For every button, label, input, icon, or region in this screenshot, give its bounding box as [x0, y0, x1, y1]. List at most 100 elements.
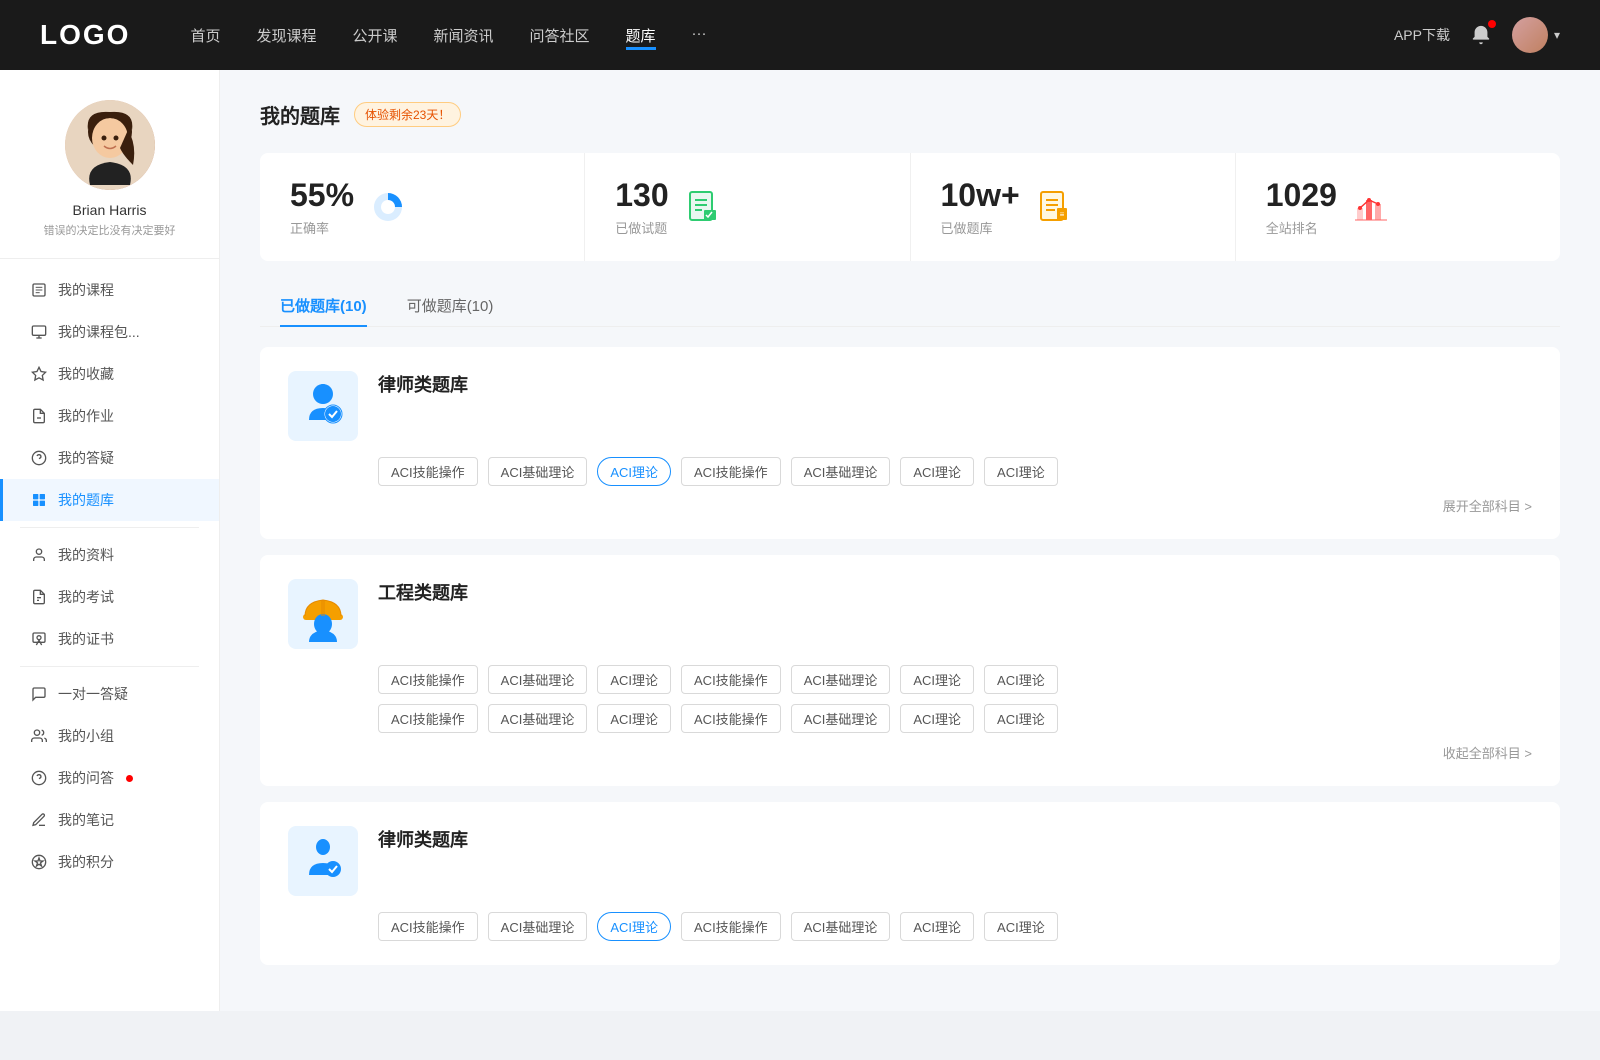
page-title: 我的题库 — [260, 100, 340, 129]
question-icon — [30, 449, 48, 467]
qbank-tags-2-row1: ACI技能操作 ACI基础理论 ACI理论 ACI技能操作 ACI基础理论 AC… — [378, 665, 1532, 694]
sidebar-item-one-on-one[interactable]: 一对一答疑 — [0, 673, 219, 715]
qbank-tag[interactable]: ACI基础理论 — [791, 912, 891, 941]
qbank-tag[interactable]: ACI技能操作 — [378, 457, 478, 486]
sidebar-item-question-bank[interactable]: 我的题库 — [0, 479, 219, 521]
tab-done-banks[interactable]: 已做题库(10) — [260, 285, 387, 326]
stat-done-questions-label: 已做试题 — [615, 218, 668, 237]
qbank-tag[interactable]: ACI基础理论 — [791, 457, 891, 486]
tabs-row: 已做题库(10) 可做题库(10) — [260, 285, 1560, 327]
qbank-tag[interactable]: ACI基础理论 — [791, 665, 891, 694]
chevron-down-icon: ▾ — [1554, 28, 1560, 42]
sidebar: Brian Harris 错误的决定比没有决定要好 我的课程 我的课程包... — [0, 70, 220, 1011]
stat-done-banks: 10w+ 已做题库 ≡ — [911, 153, 1236, 261]
profile-avatar — [65, 100, 155, 190]
sidebar-item-group[interactable]: 我的小组 — [0, 715, 219, 757]
qbank-tag[interactable]: ACI理论 — [984, 665, 1058, 694]
qbank-tag[interactable]: ACI理论 — [597, 704, 671, 733]
expand-link-1[interactable]: 展开全部科目 > — [1443, 496, 1532, 515]
collapse-link[interactable]: 收起全部科目 > — [1443, 743, 1532, 762]
accuracy-chart-icon — [370, 189, 406, 225]
qbank-tag-active[interactable]: ACI理论 — [597, 457, 671, 486]
sidebar-item-certificate[interactable]: 我的证书 — [0, 618, 219, 660]
qbank-tag[interactable]: ACI理论 — [900, 665, 974, 694]
nav-discover[interactable]: 发现课程 — [256, 21, 316, 50]
sidebar-item-label: 我的课程包... — [58, 322, 140, 342]
qbank-tag[interactable]: ACI技能操作 — [681, 912, 781, 941]
sidebar-item-label: 我的积分 — [58, 852, 114, 872]
sidebar-item-course-package[interactable]: 我的课程包... — [0, 311, 219, 353]
sidebar-item-points[interactable]: 我的积分 — [0, 841, 219, 883]
header-avatar — [1512, 17, 1548, 53]
qbank-tag[interactable]: ACI技能操作 — [378, 665, 478, 694]
qbank-tag[interactable]: ACI技能操作 — [681, 457, 781, 486]
qbank-tag[interactable]: ACI基础理论 — [488, 704, 588, 733]
main-content: 我的题库 体验剩余23天！ 55% 正确率 — [220, 70, 1600, 1011]
sidebar-item-homework[interactable]: 我的作业 — [0, 395, 219, 437]
nav-home[interactable]: 首页 — [190, 21, 220, 50]
qbank-footer-1: 展开全部科目 > — [288, 496, 1532, 515]
app-download-link[interactable]: APP下载 — [1394, 25, 1450, 45]
sidebar-item-favorites[interactable]: 我的收藏 — [0, 353, 219, 395]
stat-done-questions: 130 已做试题 — [585, 153, 910, 261]
nav-more[interactable]: ··· — [692, 21, 707, 50]
qbank-title-2: 工程类题库 — [378, 579, 1532, 605]
sidebar-item-label: 我的作业 — [58, 406, 114, 426]
qbank-tag[interactable]: ACI基础理论 — [488, 665, 588, 694]
header: LOGO 首页 发现课程 公开课 新闻资讯 问答社区 题库 ··· APP下载 … — [0, 0, 1600, 70]
profile-name: Brian Harris — [73, 202, 147, 218]
qbank-tag[interactable]: ACI理论 — [984, 457, 1058, 486]
profile-icon — [30, 546, 48, 564]
certificate-icon — [30, 630, 48, 648]
trial-badge: 体验剩余23天！ — [354, 102, 461, 127]
nav-news[interactable]: 新闻资讯 — [434, 21, 494, 50]
qbank-tag[interactable]: ACI理论 — [984, 912, 1058, 941]
qbank-tag[interactable]: ACI基础理论 — [488, 912, 588, 941]
sidebar-item-label: 我的考试 — [58, 587, 114, 607]
qbank-tag[interactable]: ACI技能操作 — [681, 665, 781, 694]
sidebar-item-label: 我的问答 — [58, 768, 114, 788]
sidebar-item-my-courses[interactable]: 我的课程 — [0, 269, 219, 311]
qbank-tag[interactable]: ACI技能操作 — [681, 704, 781, 733]
notification-bell[interactable] — [1470, 24, 1492, 46]
qbank-tag[interactable]: ACI理论 — [900, 912, 974, 941]
qbank-tag[interactable]: ACI理论 — [900, 457, 974, 486]
qbank-tag[interactable]: ACI理论 — [900, 704, 974, 733]
qbank-header-3: 律师类题库 — [288, 826, 1532, 896]
sidebar-profile: Brian Harris 错误的决定比没有决定要好 — [0, 100, 219, 259]
qbank-tag[interactable]: ACI理论 — [984, 704, 1058, 733]
stat-site-rank-label: 全站排名 — [1266, 218, 1337, 237]
sidebar-item-exam[interactable]: 我的考试 — [0, 576, 219, 618]
points-icon — [30, 853, 48, 871]
qbank-tag-active[interactable]: ACI理论 — [597, 912, 671, 941]
qbank-card-lawyer-1: 律师类题库 ACI技能操作 ACI基础理论 ACI理论 ACI技能操作 ACI基… — [260, 347, 1560, 539]
stat-accuracy-label: 正确率 — [290, 218, 354, 237]
qbank-tag[interactable]: ACI技能操作 — [378, 912, 478, 941]
user-avatar-menu[interactable]: ▾ — [1512, 17, 1560, 53]
nav-question-bank[interactable]: 题库 — [626, 21, 656, 50]
qbank-card-lawyer-2: 律师类题库 ACI技能操作 ACI基础理论 ACI理论 ACI技能操作 ACI基… — [260, 802, 1560, 965]
sidebar-item-my-qa[interactable]: 我的问答 — [0, 757, 219, 799]
sidebar-item-profile[interactable]: 我的资料 — [0, 534, 219, 576]
tab-available-banks[interactable]: 可做题库(10) — [387, 285, 514, 326]
sidebar-item-questions[interactable]: 我的答疑 — [0, 437, 219, 479]
sidebar-item-label: 我的小组 — [58, 726, 114, 746]
qbank-title-1: 律师类题库 — [378, 371, 1532, 397]
sidebar-item-notes[interactable]: 我的笔记 — [0, 799, 219, 841]
course-icon — [30, 281, 48, 299]
stat-accuracy: 55% 正确率 — [260, 153, 585, 261]
nav-qa[interactable]: 问答社区 — [530, 21, 590, 50]
qbank-icon-engineer — [288, 579, 358, 649]
qbank-tag[interactable]: ACI基础理论 — [488, 457, 588, 486]
stats-row: 55% 正确率 130 已做试题 — [260, 153, 1560, 261]
qbank-tag[interactable]: ACI理论 — [597, 665, 671, 694]
sidebar-item-label: 我的笔记 — [58, 810, 114, 830]
qa-notification-dot — [126, 775, 133, 782]
course-package-icon — [30, 323, 48, 341]
notes-icon — [30, 811, 48, 829]
nav-open-course[interactable]: 公开课 — [352, 21, 397, 50]
exam-icon — [30, 588, 48, 606]
qbank-tag[interactable]: ACI技能操作 — [378, 704, 478, 733]
qbank-icon-lawyer-1 — [288, 371, 358, 441]
qbank-tag[interactable]: ACI基础理论 — [791, 704, 891, 733]
